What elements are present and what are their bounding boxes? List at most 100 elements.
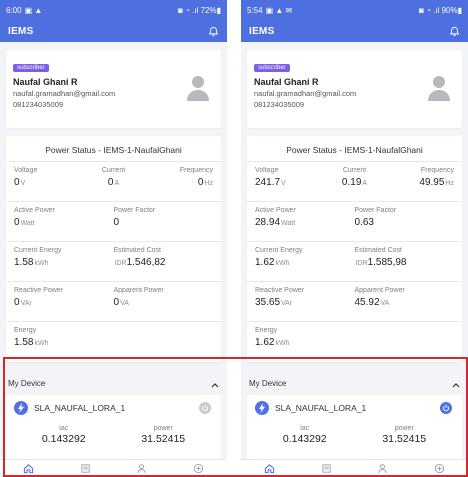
app-bar: IEMS <box>0 20 227 42</box>
profile-email: naufal.gramadhan@gmail.com <box>254 89 357 98</box>
my-device-header[interactable]: My Device <box>0 367 227 391</box>
notification-icons: ▣ ▲ ✉ <box>265 5 293 15</box>
metric-row: Voltage 241.7V Current 0.19A Frequency 4… <box>247 162 462 202</box>
bottom-navigation <box>0 459 227 477</box>
bottom-navigation <box>241 459 468 477</box>
home-icon[interactable] <box>22 463 34 475</box>
notification-icons: ▣ ▲ <box>24 5 43 15</box>
profile-phone: 081234035009 <box>254 100 305 109</box>
iac-metric: iac 0.143292 <box>14 425 114 445</box>
reactive-power-metric: Reactive Power 35.65VAr <box>255 287 355 316</box>
energy-metric: Energy 1.62kWh <box>255 327 454 357</box>
metric-row: Energy 1.62kWh <box>247 322 462 362</box>
metric-label: Current <box>101 167 126 174</box>
my-device-section: My Device SLA_NAUFAL_LORA_1 iac 0.143292 <box>0 367 227 459</box>
profile-card: subscriber Naufal Ghani R naufal.gramadh… <box>6 50 221 128</box>
energy-metric: Energy 1.58kWh <box>14 327 213 357</box>
power-toggle-icon[interactable] <box>440 402 452 414</box>
profile-name: Naufal Ghani R <box>254 77 319 87</box>
metric-row: Reactive Power 35.65VAr Apparent Power 4… <box>247 282 462 322</box>
power-toggle-icon[interactable] <box>199 402 211 414</box>
power-metric: power 31.52415 <box>355 425 455 445</box>
power-status-card: Power Status - IEMS-1-NaufalGhani Voltag… <box>247 136 462 362</box>
profile-icon[interactable] <box>377 463 389 475</box>
metric-value: 0.63 <box>354 217 374 228</box>
device-card[interactable]: SLA_NAUFAL_LORA_1 iac 0.143292 power 31.… <box>247 395 462 459</box>
profile-card: subscriber Naufal Ghani R naufal.gramadh… <box>247 50 462 128</box>
metric-value: 0.143292 <box>282 433 327 445</box>
metric-row: Reactive Power 0VAr Apparent Power 0VA <box>6 282 221 322</box>
metric-value: IDR1.585,98 <box>355 257 407 268</box>
reactive-power-metric: Reactive Power 0VAr <box>14 287 114 316</box>
metric-value: 0A <box>107 177 120 188</box>
app-title: IEMS <box>8 25 34 37</box>
app-bar: IEMS <box>241 20 468 42</box>
chevron-up-icon[interactable] <box>211 375 219 393</box>
metric-label: Energy <box>14 327 37 334</box>
voltage-metric: Voltage 241.7V <box>255 167 321 196</box>
current-energy-metric: Current Energy 1.58kWh <box>14 247 114 276</box>
chevron-up-icon[interactable] <box>452 375 460 393</box>
home-icon[interactable] <box>263 463 275 475</box>
add-icon[interactable] <box>434 463 446 475</box>
estimated-cost-metric: Estimated Cost IDR1.546,82 <box>114 247 214 276</box>
avatar-icon <box>426 74 452 102</box>
power-factor-metric: Power Factor 0.63 <box>355 207 455 236</box>
metric-label: Power Factor <box>113 207 156 214</box>
metric-row: Energy 1.58kWh <box>6 322 221 362</box>
system-status-icons: ◙ ◔ .ıl 72%▮ <box>178 5 221 15</box>
metric-label: Active Power <box>14 207 55 214</box>
add-icon[interactable] <box>193 463 205 475</box>
power-metric: power 31.52415 <box>114 425 214 445</box>
metric-value: 31.52415 <box>141 433 186 445</box>
iac-metric: iac 0.143292 <box>255 425 355 445</box>
metric-value: 0Hz <box>197 177 213 188</box>
frequency-metric: Frequency 49.95Hz <box>388 167 454 196</box>
metric-row: Current Energy 1.62kWh Estimated Cost ID… <box>247 242 462 282</box>
metric-label: power <box>153 425 173 432</box>
profile-phone: 081234035009 <box>13 100 64 109</box>
my-device-section: My Device SLA_NAUFAL_LORA_1 iac 0.143292 <box>241 367 468 459</box>
power-status-card: Power Status - IEMS-1-NaufalGhani Voltag… <box>6 136 221 362</box>
active-power-metric: Active Power 28.94Watt <box>255 207 355 236</box>
current-energy-metric: Current Energy 1.62kWh <box>255 247 355 276</box>
metric-label: Current Energy <box>255 247 303 254</box>
metric-label: Reactive Power <box>255 287 305 294</box>
metric-value: 31.52415 <box>382 433 427 445</box>
metric-value: 0 <box>113 217 120 228</box>
metric-value: 35.65VAr <box>255 297 293 308</box>
subscriber-badge: subscriber <box>254 64 290 72</box>
metric-row: Active Power 28.94Watt Power Factor 0.63 <box>247 202 462 242</box>
metric-value: 1.62kWh <box>255 257 290 268</box>
metric-label: Apparent Power <box>113 287 164 294</box>
metric-label: Active Power <box>255 207 296 214</box>
phone-screen-left: 6:00 ▣ ▲ ◙ ◔ .ıl 72%▮ IEMS subscriber Na… <box>0 0 227 477</box>
bell-icon[interactable] <box>207 25 219 37</box>
active-power-metric: Active Power 0Watt <box>14 207 114 236</box>
bell-icon[interactable] <box>448 25 460 37</box>
metric-value: 1.62kWh <box>255 337 290 348</box>
metric-label: Reactive Power <box>14 287 64 294</box>
device-card[interactable]: SLA_NAUFAL_LORA_1 iac 0.143292 power 31.… <box>6 395 221 459</box>
metric-row: Active Power 0Watt Power Factor 0 <box>6 202 221 242</box>
my-device-header[interactable]: My Device <box>241 367 468 391</box>
screenshot-gap <box>227 0 241 477</box>
apparent-power-metric: Apparent Power 45.92VA <box>355 287 455 316</box>
current-metric: Current 0.19A <box>321 167 387 196</box>
status-bar: 5:54 ▣ ▲ ✉ ◙ ◔ .ıl 90%▮ <box>241 0 468 20</box>
metric-value: IDR1.546,82 <box>114 257 166 268</box>
current-metric: Current 0A <box>80 167 146 196</box>
profile-icon[interactable] <box>136 463 148 475</box>
metric-value: 1.58kWh <box>14 257 49 268</box>
profile-name: Naufal Ghani R <box>13 77 78 87</box>
metric-value: 28.94Watt <box>255 217 296 228</box>
estimated-cost-metric: Estimated Cost IDR1.585,98 <box>355 247 455 276</box>
metric-label: Current Energy <box>14 247 62 254</box>
metric-label: Voltage <box>255 167 279 174</box>
clock-text: 5:54 <box>247 5 263 15</box>
list-icon[interactable] <box>320 463 332 475</box>
power-factor-metric: Power Factor 0 <box>114 207 214 236</box>
power-status-title: Power Status - IEMS-1-NaufalGhani <box>6 136 221 162</box>
list-icon[interactable] <box>79 463 91 475</box>
system-status-icons: ◙ ◔ .ıl 90%▮ <box>419 5 462 15</box>
